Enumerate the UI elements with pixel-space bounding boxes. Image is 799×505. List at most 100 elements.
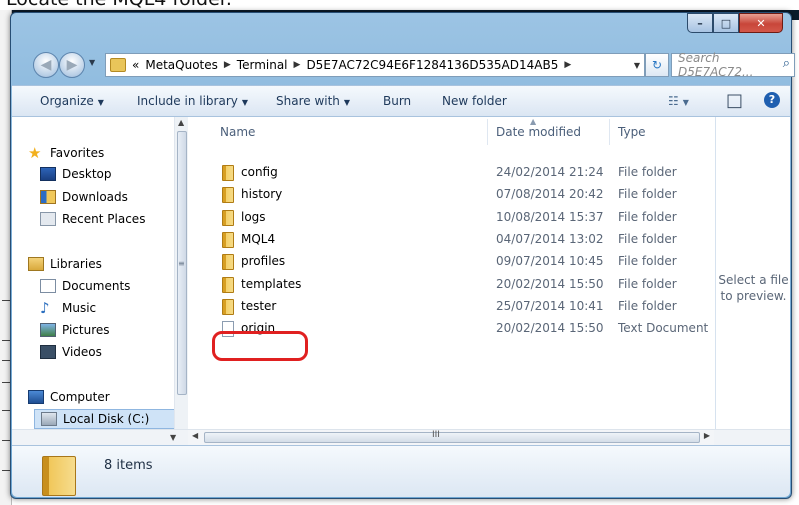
table-row[interactable]: logs 10/08/2014 15:37 File folder [189,208,715,228]
sidebar-item-desktop[interactable]: Desktop [40,165,112,183]
search-input[interactable]: Search D5E7AC72... ⌕ [671,51,795,79]
details-pane: 8 items [12,445,790,497]
address-overflow[interactable]: « [132,58,139,72]
scroll-right-icon[interactable]: ▶ [704,431,710,440]
back-button[interactable]: ◀ [33,52,59,78]
chevron-down-icon: ▼ [97,98,104,107]
file-name[interactable]: tester [241,299,276,313]
share-with-button[interactable]: Share with ▼ [276,94,350,108]
table-row[interactable]: templates 20/02/2014 15:50 File folder [189,275,715,295]
sidebar-item-recent-places[interactable]: Recent Places [40,210,145,228]
maximize-button[interactable]: □ [713,13,739,33]
new-folder-button[interactable]: New folder [442,94,507,108]
forward-button[interactable]: ▶ [59,52,85,78]
file-type: Text Document [618,321,709,336]
table-row[interactable]: profiles 09/07/2014 10:45 File folder [189,252,715,272]
column-header-name[interactable]: Name [220,125,255,139]
recent-pages-dropdown[interactable]: ▼ [89,58,95,67]
file-name[interactable]: history [241,187,282,201]
minimize-button[interactable]: – [687,13,713,33]
organize-button[interactable]: Organize ▼ [40,94,104,108]
refresh-icon: ↻ [651,58,663,72]
folder-icon [42,456,76,496]
videos-icon [40,345,56,359]
libraries-icon [28,257,44,271]
include-in-library-button[interactable]: Include in library ▼ [137,94,248,108]
chevron-down-icon[interactable]: ▼ [170,433,176,442]
table-row[interactable]: history 07/08/2014 20:42 File folder [189,185,715,205]
folder-icon [222,165,234,181]
breadcrumb-metaquotes[interactable]: MetaQuotes [145,58,218,72]
navigation-pane-scrollbar[interactable]: ▲ ≡ [174,117,188,429]
table-row[interactable]: tester 25/07/2014 10:41 File folder [189,297,715,317]
scroll-up-icon[interactable]: ▲ [178,118,184,127]
address-bar[interactable]: « MetaQuotes ▶ Terminal ▶ D5E7AC72C94E6F… [105,53,645,77]
folder-icon [110,58,126,72]
folder-icon [222,187,234,204]
chevron-down-icon: ▼ [241,98,249,107]
folder-icon [222,298,234,315]
sidebar-item-documents[interactable]: Documents [40,277,130,295]
sidebar-item-label: Favorites [50,146,105,160]
help-button[interactable]: ? [764,92,780,108]
preview-pane-button[interactable]: □ [726,90,743,111]
table-row[interactable]: MQL4 04/07/2014 13:02 File folder [189,230,715,250]
file-name[interactable]: logs [241,210,266,224]
breadcrumb-separator-icon[interactable]: ▶ [294,60,301,70]
sidebar-item-label: Documents [62,279,131,293]
sidebar-item-videos[interactable]: Videos [40,343,102,361]
chevron-down-icon: ▼ [343,98,351,107]
burn-button[interactable]: Burn [383,94,411,108]
sidebar-item-label: Pictures [62,323,110,337]
music-icon: ♪ [40,299,50,317]
horizontal-scrollbar[interactable]: ◀ III ▶ [188,430,714,445]
pictures-icon [40,323,56,337]
mql4-highlight-circle [212,331,308,361]
scrollbar-thumb[interactable] [204,432,700,443]
navigation-bar: ◀ ▶ ▼ « MetaQuotes ▶ Terminal ▶ D5E7AC72… [21,49,795,81]
sidebar-item-local-disk[interactable]: Local Disk (C:) [34,409,180,429]
help-icon: ? [768,93,776,106]
sidebar-item-label: Music [62,301,97,315]
sidebar-item-label: Local Disk (C:) [63,412,150,426]
sidebar-item-label: Videos [62,345,102,359]
scroll-left-icon[interactable]: ◀ [192,431,198,440]
column-header-date-modified[interactable]: Date modified [496,125,581,139]
column-header-type[interactable]: Type [618,125,646,139]
search-icon[interactable]: ⌕ [783,56,790,71]
file-name[interactable]: config [241,165,278,179]
file-date-modified: 07/08/2014 20:42 [496,187,604,202]
sidebar-item-pictures[interactable]: Pictures [40,321,110,339]
sidebar-item-label: Desktop [62,167,112,181]
sidebar-item-label: Downloads [62,190,128,204]
folder-icon [222,254,234,271]
breadcrumb-separator-icon[interactable]: ▶ [224,60,231,70]
sidebar-item-downloads[interactable]: Downloads [40,188,128,206]
sidebar-item-music[interactable]: ♪ Music [40,299,96,317]
address-dropdown-icon[interactable]: ▼ [634,61,640,70]
file-name[interactable]: MQL4 [241,232,275,246]
table-row[interactable]: config 24/02/2014 21:24 File folder [189,163,715,183]
file-type: File folder [618,231,677,246]
file-type: File folder [618,276,677,291]
navigation-pane: ★ Favorites Desktop Downloads Recent Pla… [12,117,186,445]
item-count: 8 items [104,458,153,473]
preview-message-line2: to preview. [720,289,787,303]
refresh-button[interactable]: ↻ [645,53,669,77]
back-arrow-icon: ◀ [40,57,52,73]
close-button[interactable]: ✕ [739,13,783,33]
sidebar-item-favorites[interactable]: ★ Favorites [28,144,104,162]
breadcrumb-terminal[interactable]: Terminal [237,58,288,72]
forward-arrow-icon: ▶ [66,57,78,73]
file-name[interactable]: profiles [241,254,285,268]
recent-places-icon [40,212,56,226]
change-view-button[interactable]: ☷ ▼ [668,94,689,108]
explorer-window: – □ ✕ ◀ ▶ ▼ « MetaQuotes ▶ Terminal ▶ D5… [10,12,795,499]
sidebar-item-libraries[interactable]: Libraries [28,255,102,273]
sidebar-item-computer[interactable]: Computer [28,388,110,406]
command-toolbar: Organize ▼ Include in library ▼ Share with… [12,85,790,117]
breadcrumb-terminal-id[interactable]: D5E7AC72C94E6F1284136D535AD14AB5 [306,58,558,72]
window-controls: – □ ✕ [687,13,783,33]
file-name[interactable]: templates [241,277,301,291]
breadcrumb-separator-icon[interactable]: ▶ [564,60,571,70]
